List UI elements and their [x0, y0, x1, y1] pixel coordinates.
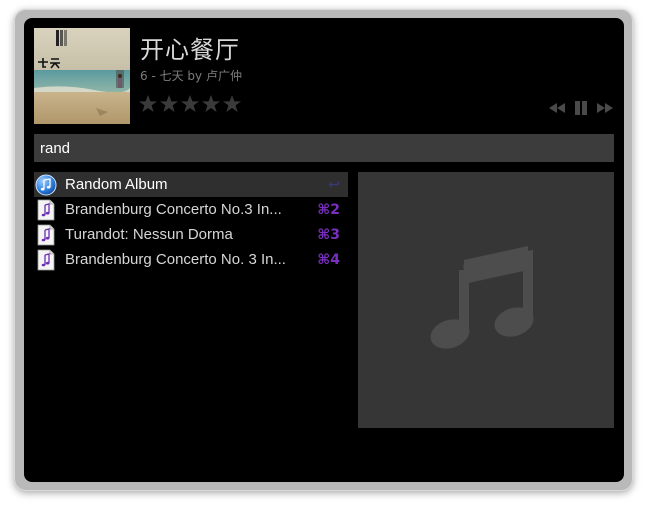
transport-controls: [548, 100, 614, 116]
itunes-icon: [35, 174, 57, 195]
star-icon[interactable]: [159, 94, 179, 114]
star-icon[interactable]: [201, 94, 221, 114]
music-file-icon: [37, 249, 55, 270]
rewind-icon[interactable]: [548, 100, 566, 116]
result-label: Brandenburg Concerto No.3 In...: [65, 201, 282, 218]
result-label: Brandenburg Concerto No. 3 In...: [65, 251, 286, 268]
result-label: Turandot: Nessun Dorma: [65, 226, 233, 243]
star-icon[interactable]: [180, 94, 200, 114]
result-row-brandenburg-1[interactable]: Brandenburg Concerto No.3 In... ⌘2: [34, 197, 348, 222]
return-key-hint: ↩: [328, 176, 340, 193]
result-row-random-album[interactable]: Random Album ↩: [34, 172, 348, 197]
search-input[interactable]: [34, 134, 614, 162]
music-file-icon: [37, 199, 55, 220]
fast-forward-icon[interactable]: [596, 100, 614, 116]
result-row-turandot[interactable]: Turandot: Nessun Dorma ⌘3: [34, 222, 348, 247]
launcher-panel: 开心餐厅 6 - 七天 by 卢广仲 rand Random Album ↩ B…: [24, 18, 624, 482]
result-row-brandenburg-2[interactable]: Brandenburg Concerto No. 3 In... ⌘4: [34, 247, 348, 272]
results-list: Random Album ↩ Brandenburg Concerto No.3…: [34, 172, 348, 272]
artwork-preview: [358, 172, 614, 428]
song-title: 开心餐厅: [140, 36, 240, 64]
shortcut-hint: ⌘4: [317, 251, 340, 268]
star-icon[interactable]: [138, 94, 158, 114]
music-file-icon: [37, 224, 55, 245]
song-subtitle: 6 - 七天 by 卢广仲: [140, 69, 242, 83]
star-rating[interactable]: [138, 94, 242, 114]
shortcut-hint: ⌘2: [317, 201, 340, 218]
album-cover: [34, 28, 130, 124]
music-note-icon: [430, 246, 534, 349]
result-label: Random Album: [65, 176, 168, 193]
pause-icon[interactable]: [572, 100, 590, 116]
star-icon[interactable]: [222, 94, 242, 114]
shortcut-hint: ⌘3: [317, 226, 340, 243]
